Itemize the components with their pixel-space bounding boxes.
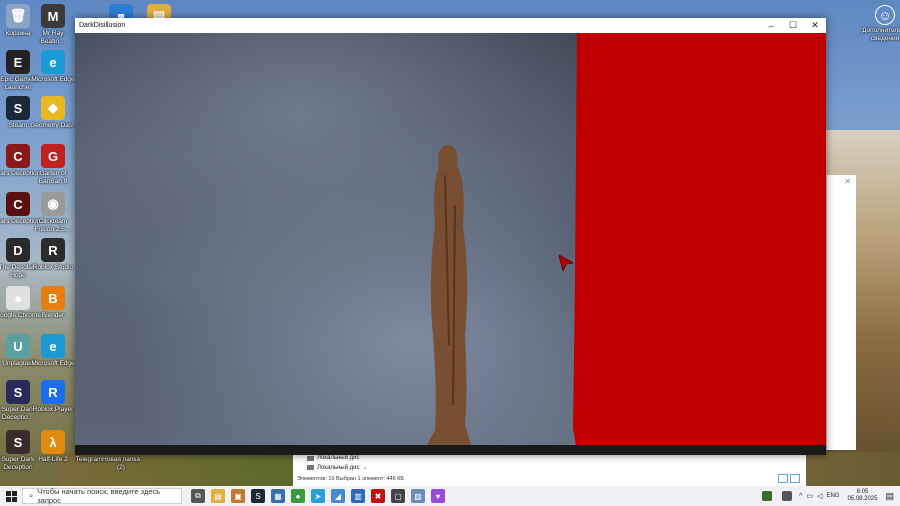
taskbar-steam-icon[interactable]: S bbox=[251, 489, 265, 503]
desktop-shortcut[interactable]: B Blender bbox=[30, 286, 76, 320]
taskbar: ⌕ Чтобы начать поиск, введите здесь запр… bbox=[0, 486, 900, 506]
notifications-icon[interactable]: ▤ bbox=[885, 491, 900, 502]
shortcut-label: Blender bbox=[41, 312, 65, 319]
taskbar-app-4-icon[interactable]: ▦ bbox=[271, 489, 285, 503]
title-bar[interactable]: DarkDisillusion – ☐ ✕ bbox=[75, 18, 826, 33]
desktop-shortcut[interactable]: G Garten of BanBan 8 bbox=[30, 144, 76, 185]
language-indicator[interactable]: ENG bbox=[826, 493, 839, 499]
app-icon: S bbox=[6, 430, 30, 454]
search-icon: ⌕ bbox=[29, 491, 34, 500]
window-bottom-strip bbox=[75, 445, 826, 455]
clock-date: 05.08.2025 bbox=[847, 496, 878, 502]
app-icon: λ bbox=[41, 430, 65, 454]
user-icon: ☺ bbox=[875, 5, 895, 25]
taskbar-app-9-icon[interactable]: ✖ bbox=[371, 489, 385, 503]
shortcut-label: Roblox Player bbox=[32, 406, 74, 413]
taskbar-chrome-icon[interactable]: ● bbox=[291, 489, 305, 503]
minimize-button[interactable]: – bbox=[760, 21, 782, 31]
app-icon: U bbox=[6, 334, 30, 358]
app-icon: ● bbox=[6, 286, 30, 310]
shortcut-label: Roblox Studio bbox=[32, 264, 74, 271]
app-icon: G bbox=[41, 144, 65, 168]
shortcut-label: Microsoft Edge bbox=[31, 76, 75, 83]
taskbar-file-explorer-icon[interactable]: ▤ bbox=[211, 489, 225, 503]
app-icon: R bbox=[41, 380, 65, 404]
details-view-icon[interactable] bbox=[778, 474, 788, 483]
search-box[interactable]: ⌕ Чтобы начать поиск, введите здесь запр… bbox=[22, 487, 182, 505]
taskbar-app-12-icon[interactable]: ♥ bbox=[431, 489, 445, 503]
pinned-apps: ⧉ ▤ ▣ S ▦ ● ➤ ◢ ▥ ✖ ▢ ▨ ♥ bbox=[188, 489, 448, 503]
taskbar-app-8-icon[interactable]: ▥ bbox=[351, 489, 365, 503]
tray-overflow-icon[interactable]: ^ bbox=[799, 493, 802, 500]
list-item[interactable]: Локальный дис bbox=[307, 455, 360, 461]
app-icon: B bbox=[41, 286, 65, 310]
app-icon: e bbox=[41, 50, 65, 74]
taskbar-app-11-icon[interactable]: ▨ bbox=[411, 489, 425, 503]
drive-label: Локальный дис bbox=[317, 455, 360, 461]
taskbar-app-2-icon[interactable]: ▣ bbox=[231, 489, 245, 503]
app-icon: M bbox=[41, 4, 65, 28]
red-wall bbox=[573, 33, 826, 445]
drive-icon bbox=[307, 465, 314, 470]
desktop-shortcut[interactable]: ◆ Geometry Dash bbox=[30, 96, 76, 130]
desktop-shortcut[interactable]: R Roblox Player bbox=[30, 380, 76, 414]
app-icon: ◆ bbox=[41, 96, 65, 120]
shortcut-label: Garten of BanBan 8 bbox=[38, 170, 68, 185]
character-figure bbox=[427, 145, 471, 445]
explorer-pane: Локальный дис Локальный дис ⌄ Элементов:… bbox=[293, 452, 806, 486]
desktop-shortcut[interactable]: M Mr Ray Beatin… bbox=[30, 4, 76, 45]
app-icon: D bbox=[6, 238, 30, 262]
clock-time: 8:05 bbox=[856, 489, 869, 495]
close-icon[interactable]: ✕ bbox=[844, 177, 851, 186]
user-info-label: Дополнитель… сведения bbox=[862, 27, 900, 42]
start-button[interactable] bbox=[0, 490, 22, 502]
close-button[interactable]: ✕ bbox=[804, 20, 826, 31]
app-icon: S bbox=[6, 96, 30, 120]
taskbar-app-10-icon[interactable]: ▢ bbox=[391, 489, 405, 503]
drive-label: Локальный дис bbox=[317, 464, 360, 471]
shortcut-label: Clickteam Fusion 2.5… bbox=[34, 218, 72, 233]
cursor-icon bbox=[559, 255, 573, 271]
game-viewport[interactable] bbox=[75, 33, 826, 445]
desktop-shortcut[interactable]: e Microsoft Edge bbox=[30, 50, 76, 84]
list-item[interactable]: Локальный дис ⌄ bbox=[307, 464, 368, 471]
windows-icon bbox=[5, 490, 17, 502]
background-explorer-window[interactable]: ✕ bbox=[826, 175, 856, 450]
user-info-shortcut[interactable]: ☺ Дополнитель… сведения bbox=[862, 5, 900, 42]
shortcut-label: Mr Ray Beatin… bbox=[40, 30, 66, 45]
clock[interactable]: 8:05 05.08.2025 bbox=[843, 489, 881, 503]
drive-icon bbox=[307, 455, 314, 461]
shortcut-label: Microsoft Edge bbox=[31, 360, 75, 367]
maximize-button[interactable]: ☐ bbox=[782, 20, 804, 31]
desktop-shortcut[interactable]: R Roblox Studio bbox=[30, 238, 76, 272]
shortcut-label: Новая папка (2) bbox=[102, 456, 140, 471]
system-tray: ^ ▭ ◁ ENG 8:05 05.08.2025 ▤ bbox=[759, 486, 900, 506]
network-icon[interactable]: ▭ bbox=[806, 492, 813, 500]
tiles-view-icon[interactable] bbox=[790, 474, 800, 483]
desktop-shortcut[interactable]: e Microsoft Edge bbox=[30, 334, 76, 368]
shortcut-label: Geometry Dash bbox=[30, 122, 76, 129]
app-icon: R bbox=[41, 238, 65, 262]
app-icon: 🗑 bbox=[6, 4, 30, 28]
tray-app-icon[interactable] bbox=[782, 491, 793, 501]
desktop-shortcut[interactable]: ◉ Clickteam Fusion 2.5… bbox=[30, 192, 76, 233]
taskbar-task-view-icon[interactable]: ⧉ bbox=[191, 489, 205, 503]
chevron-down-icon[interactable]: ⌄ bbox=[363, 464, 368, 471]
taskbar-telegram-icon[interactable]: ➤ bbox=[311, 489, 325, 503]
app-icon: e bbox=[41, 334, 65, 358]
taskbar-app-7-icon[interactable]: ◢ bbox=[331, 489, 345, 503]
app-icon: C bbox=[6, 192, 30, 216]
app-icon: C bbox=[6, 144, 30, 168]
window-title: DarkDisillusion bbox=[79, 22, 126, 29]
tray-app-icon[interactable] bbox=[762, 491, 773, 501]
app-icon: E bbox=[6, 50, 30, 74]
app-icon: ◉ bbox=[41, 192, 65, 216]
search-placeholder: Чтобы начать поиск, введите здесь запрос bbox=[37, 487, 161, 505]
status-bar: Элементов: 10 Выбран 1 элемент: 446 КБ bbox=[297, 476, 405, 482]
app-window: DarkDisillusion – ☐ ✕ bbox=[75, 18, 826, 455]
app-icon: S bbox=[6, 380, 30, 404]
volume-icon[interactable]: ◁ bbox=[817, 492, 822, 500]
